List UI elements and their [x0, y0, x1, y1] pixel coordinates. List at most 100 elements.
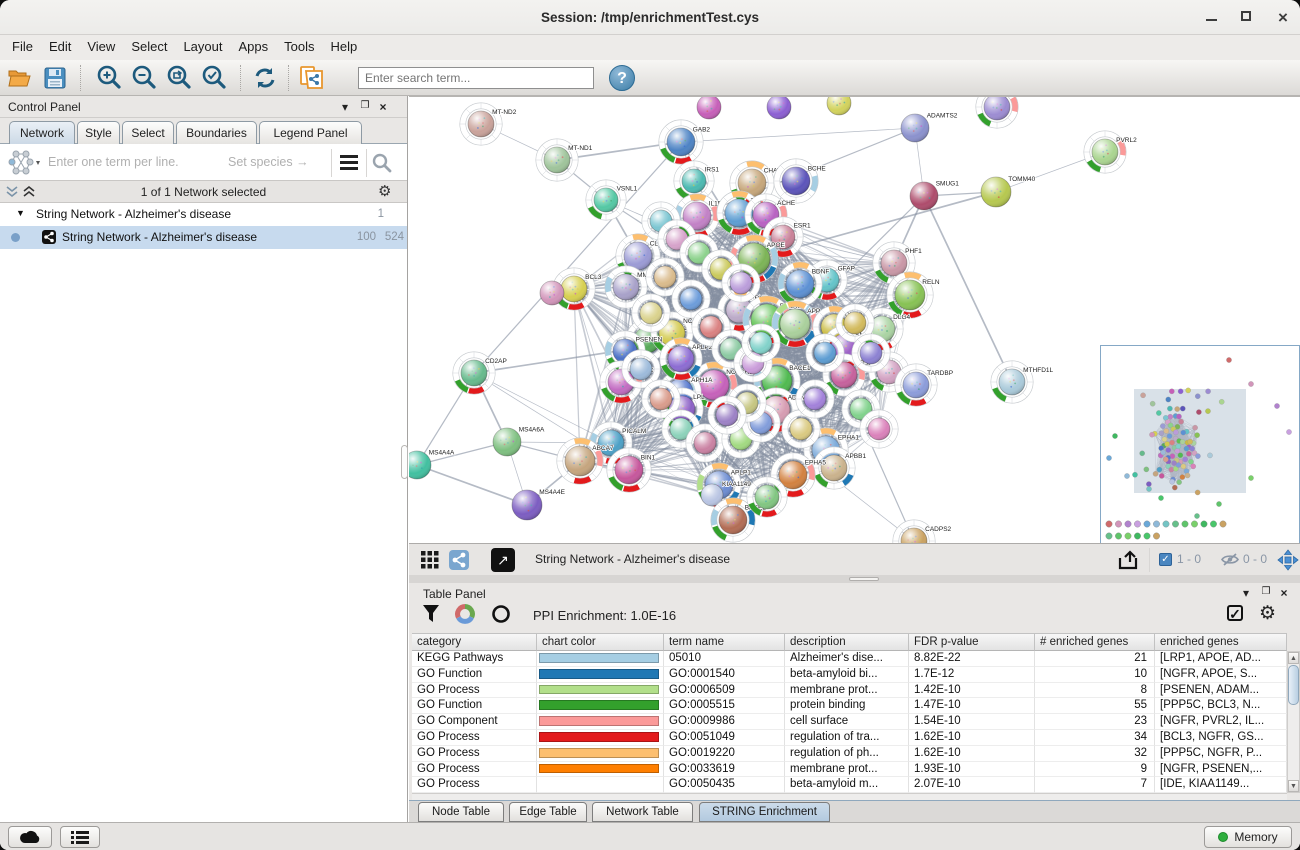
grid-view-icon[interactable] — [421, 551, 439, 569]
minimize-button[interactable] — [1206, 11, 1217, 21]
cell-row1-FDR-p-value[interactable]: 8.82E-22 — [909, 651, 1035, 667]
protein-node[interactable] — [852, 334, 890, 372]
protein-node-reln[interactable]: RELN — [887, 272, 940, 318]
cell-row6-description[interactable]: regulation of tra... — [785, 730, 909, 746]
cell-row7-category[interactable]: GO Process — [412, 746, 537, 762]
birds-eye-view[interactable] — [1100, 345, 1300, 543]
protein-node-cd2ap[interactable]: CD2AP — [453, 352, 507, 394]
protein-node-adamts2[interactable]: ADAMTS2 — [901, 112, 958, 142]
cell-row7-enriched-genes[interactable]: [PPP5C, NGFR, P... — [1155, 746, 1287, 762]
cell-row1-enriched-genes[interactable]: [LRP1, APOE, AD... — [1155, 651, 1287, 667]
cell-row3-term-name[interactable]: GO:0006509 — [664, 683, 785, 699]
pie-chart-icon[interactable] — [455, 604, 475, 624]
undock-panel-icon[interactable]: ❐ — [1259, 586, 1273, 597]
table-horizontal-scrollbar[interactable] — [412, 793, 1287, 800]
tab-edge-table[interactable]: Edge Table — [509, 802, 587, 822]
cell-row3-category[interactable]: GO Process — [412, 683, 537, 699]
cell-row9-term-name[interactable]: GO:0050435 — [664, 777, 785, 793]
cell-row1-chart-color[interactable] — [537, 651, 664, 667]
refresh-network-button[interactable] — [250, 63, 280, 93]
protein-node-smug1[interactable]: SMUG1 — [910, 180, 959, 210]
string-options-menu-icon[interactable] — [338, 155, 360, 171]
help-button[interactable]: ? — [609, 65, 635, 91]
protein-node[interactable] — [742, 324, 780, 362]
undock-panel-icon[interactable]: ❐ — [358, 100, 372, 111]
close-panel-icon[interactable]: × — [376, 100, 390, 114]
cell-row4-enriched-genes[interactable]: [PPP5C, BCL3, N... — [1155, 698, 1287, 714]
zoom-out-button[interactable] — [129, 63, 159, 93]
cell-row3--enriched-genes[interactable]: 8 — [1035, 683, 1155, 699]
cell-row3-enriched-genes[interactable]: [PSENEN, ADAM... — [1155, 683, 1287, 699]
protein-node-mthfd1l[interactable]: MTHFD1L — [991, 361, 1054, 403]
protein-node-cadps2[interactable]: CADPS2 — [893, 520, 952, 543]
tab-select[interactable]: Select — [122, 121, 174, 144]
protein-node[interactable] — [806, 334, 844, 372]
protein-node[interactable] — [860, 410, 898, 448]
cell-row6-enriched-genes[interactable]: [BCL3, NGFR, GS... — [1155, 730, 1287, 746]
hidden-eye-icon[interactable] — [1221, 552, 1239, 567]
cell-row4-term-name[interactable]: GO:0005515 — [664, 698, 785, 714]
selected-nodes-checkbox-icon[interactable]: ✓ — [1159, 553, 1172, 566]
cell-row8-description[interactable]: membrane prot... — [785, 762, 909, 778]
collection-expander-icon[interactable]: ▼ — [16, 208, 25, 218]
zoom-fit-button[interactable] — [164, 63, 194, 93]
protein-node[interactable] — [632, 294, 670, 332]
protein-node-ms4a6a[interactable]: MS4A6A — [493, 426, 545, 456]
menu-edit[interactable]: Edit — [41, 35, 79, 58]
cell-row4-chart-color[interactable] — [537, 698, 664, 714]
network-row-selected[interactable]: String Network - Alzheimer's disease 100… — [0, 226, 407, 249]
column-header-term-name[interactable]: term name — [664, 633, 785, 651]
cell-row9-chart-color[interactable] — [537, 777, 664, 793]
cell-row5-description[interactable]: cell surface — [785, 714, 909, 730]
tab-style[interactable]: Style — [77, 121, 120, 144]
network-collection-row[interactable]: ▼ String Network - Alzheimer's disease 1 — [0, 203, 407, 226]
protein-node-gab2[interactable]: GAB2 — [659, 120, 711, 164]
menu-tools[interactable]: Tools — [276, 35, 322, 58]
scrollbar-thumb[interactable] — [1288, 665, 1299, 705]
cell-row9-description[interactable]: beta-amyloid m... — [785, 777, 909, 793]
cell-row5-chart-color[interactable] — [537, 714, 664, 730]
cell-row6-chart-color[interactable] — [537, 730, 664, 746]
cell-row5-enriched-genes[interactable]: [NGFR, PVRL2, IL... — [1155, 714, 1287, 730]
menu-help[interactable]: Help — [323, 35, 366, 58]
float-panel-icon[interactable]: ▾ — [338, 100, 352, 114]
tab-boundaries[interactable]: Boundaries — [176, 121, 257, 144]
float-panel-icon[interactable]: ▾ — [1239, 586, 1253, 600]
maximize-button[interactable] — [1241, 11, 1251, 21]
menu-apps[interactable]: Apps — [231, 35, 277, 58]
cell-row4-FDR-p-value[interactable]: 1.47E-10 — [909, 698, 1035, 714]
cell-row2--enriched-genes[interactable]: 10 — [1035, 667, 1155, 683]
protein-node[interactable] — [697, 97, 721, 119]
string-search-icon[interactable] — [372, 153, 392, 173]
protein-node-ms4a4a[interactable]: MS4A4A — [409, 449, 455, 479]
splitter-grip[interactable] — [849, 577, 879, 581]
export-network-icon[interactable] — [1116, 548, 1140, 572]
cell-row2-description[interactable]: beta-amyloid bi... — [785, 667, 909, 683]
share-view-icon[interactable] — [449, 550, 469, 570]
protein-node-mt-nd1[interactable]: MT-ND1 — [536, 139, 593, 181]
cell-row2-category[interactable]: GO Function — [412, 667, 537, 683]
network-canvas[interactable]: MT-ND2MT-ND1VSNL1GAB2IRS1CHATBCHEIL1BTNF… — [409, 96, 1300, 543]
cell-row5--enriched-genes[interactable]: 23 — [1035, 714, 1155, 730]
set-species-label[interactable]: Set species → — [228, 155, 309, 169]
protein-node-bche[interactable]: BCHE — [774, 159, 827, 203]
column-header--enriched-genes[interactable]: # enriched genes — [1035, 633, 1155, 651]
column-header-description[interactable]: description — [785, 633, 909, 651]
protein-node[interactable] — [540, 281, 564, 305]
cell-row2-FDR-p-value[interactable]: 1.7E-12 — [909, 667, 1035, 683]
cell-row2-chart-color[interactable] — [537, 667, 664, 683]
open-session-button[interactable] — [5, 63, 35, 93]
protein-node[interactable] — [722, 264, 760, 302]
cell-row6-category[interactable]: GO Process — [412, 730, 537, 746]
cell-row8-enriched-genes[interactable]: [NGFR, PSENEN,... — [1155, 762, 1287, 778]
network-panel-gear-icon[interactable]: ⚙ — [378, 182, 391, 200]
cell-row8-FDR-p-value[interactable]: 1.93E-10 — [909, 762, 1035, 778]
close-button[interactable]: × — [1276, 11, 1290, 25]
memory-button[interactable]: Memory — [1204, 826, 1292, 848]
cell-row5-FDR-p-value[interactable]: 1.54E-10 — [909, 714, 1035, 730]
open-in-window-icon[interactable]: ↗ — [491, 548, 515, 572]
protein-node[interactable] — [747, 477, 787, 517]
cell-row9-FDR-p-value[interactable]: 2.07E-10 — [909, 777, 1035, 793]
column-header-FDR-p-value[interactable]: FDR p-value — [909, 633, 1035, 651]
cell-row9--enriched-genes[interactable]: 7 — [1035, 777, 1155, 793]
